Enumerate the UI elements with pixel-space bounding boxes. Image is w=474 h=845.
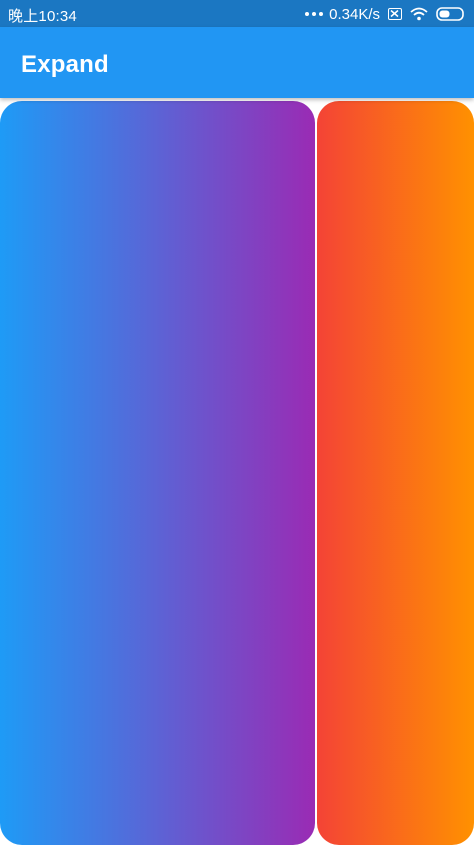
page-title: Expand: [21, 51, 109, 78]
status-bar: 晚上10:34 0.34K/s: [0, 0, 474, 27]
left-expanded-panel: [0, 101, 315, 845]
right-expanded-panel: [317, 101, 474, 845]
no-sim-icon: [388, 8, 402, 20]
status-time: 晚上10:34: [8, 8, 77, 25]
status-icons: 0.34K/s: [305, 4, 466, 24]
more-dots-icon: [305, 12, 324, 16]
battery-icon: [436, 7, 466, 21]
expanded-row: [0, 98, 474, 845]
network-speed: 0.34K/s: [329, 5, 380, 23]
app-bar: Expand: [0, 27, 474, 98]
wifi-icon: [410, 7, 428, 21]
